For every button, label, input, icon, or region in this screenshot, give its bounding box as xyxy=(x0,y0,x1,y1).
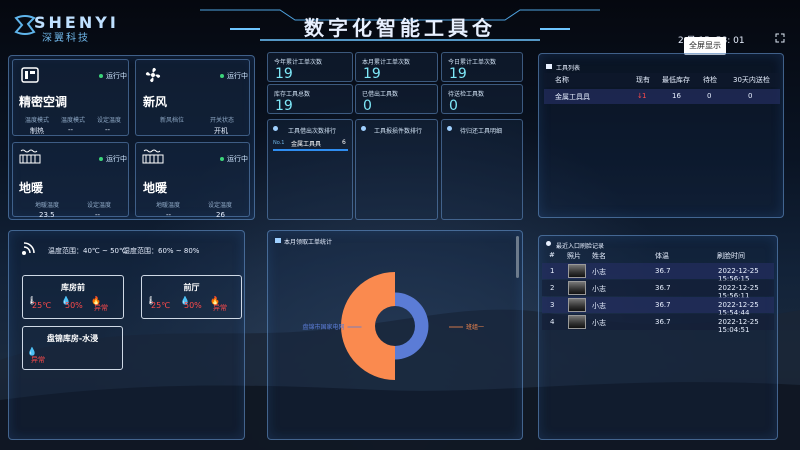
person-icon xyxy=(546,241,551,246)
return-detail-panel: 待归还工具明细 xyxy=(441,119,523,220)
floor-heating-icon xyxy=(142,149,164,164)
ranking-count: 6 xyxy=(342,139,346,146)
tool-list-title: 工具列表 xyxy=(556,65,581,72)
floor-heating-icon xyxy=(19,149,41,164)
room-card-lobby[interactable]: 前厅 🌡 25℃ 💧 50% 🔥 异常 xyxy=(141,275,242,319)
device-name: 地暖 xyxy=(143,181,168,195)
temperature-range: 温度范围：40℃ ~ 50℃ xyxy=(48,247,127,255)
tool-list-header-row: 名称 现有 最低库存 待检 30天内送检 xyxy=(544,73,780,87)
room-alarm: 异常 xyxy=(31,356,45,364)
device-name: 新风 xyxy=(143,95,168,109)
ranking-icon xyxy=(361,126,366,131)
chart-title: 本月领取工单统计 xyxy=(284,239,333,246)
chart-title-icon xyxy=(275,238,281,243)
donut-slice[interactable] xyxy=(395,292,429,360)
ranking-progress-fill xyxy=(273,149,348,151)
device-card-air-conditioner[interactable]: 运行中 精密空调 温度模式 温度模式 设定温度 制热 -- -- xyxy=(12,59,129,136)
room-name: 前厅 xyxy=(183,283,200,292)
wireless-signal-icon xyxy=(22,242,35,255)
room-alarm: 异常 xyxy=(94,304,108,312)
entry-log-header-row: # 照片 姓名 体温 刷脸时间 xyxy=(549,251,745,260)
table-row[interactable]: 3 小志 36.7 2022-12-25 15:54:44 xyxy=(542,297,774,317)
stat-card-stock-total: 库存工具总数 19 xyxy=(267,84,353,114)
device-name: 地暖 xyxy=(19,181,44,195)
donut-slice[interactable] xyxy=(341,272,395,380)
table-row[interactable]: 4 小志 36.7 2022-12-25 15:04:51 xyxy=(542,314,774,334)
ranking-tool-name: 金属工具具 xyxy=(291,141,322,148)
device-status: 运行中 xyxy=(220,71,248,81)
humidity-range: 湿度范围：60% ~ 80% xyxy=(123,247,200,255)
ranking-icon xyxy=(447,126,452,131)
damage-ranking-panel: 工具报损件数排行 xyxy=(355,119,438,220)
ranking-row[interactable]: No.1 金属工具具 6 xyxy=(272,138,350,152)
room-temperature: 25℃ xyxy=(32,301,52,310)
borrow-ranking-panel: 工具借出次数排行 No.1 金属工具具 6 xyxy=(267,119,353,220)
face-photo[interactable] xyxy=(568,281,586,295)
face-photo[interactable] xyxy=(568,315,586,329)
room-humidity: 50% xyxy=(65,301,83,310)
donut-label: 盘锦市国家电网 xyxy=(303,323,345,331)
face-photo[interactable] xyxy=(568,298,586,312)
device-card-floor-heating-1[interactable]: 运行中 地暖 地暖温度 设定温度 23.5 -- xyxy=(12,142,129,219)
device-name: 精密空调 xyxy=(19,95,68,109)
room-card-water-leak[interactable]: 盘锦库房-水浸 💧 异常 xyxy=(22,326,123,370)
device-card-floor-heating-2[interactable]: 运行中 地暖 地暖温度 设定温度 -- 26 xyxy=(135,142,250,219)
room-name: 盘锦库房-水浸 xyxy=(46,334,99,343)
room-alarm: 异常 xyxy=(213,304,227,312)
table-row[interactable]: 1 小志 36.7 2022-12-25 15:56:15 xyxy=(542,263,774,283)
stat-card-year-orders: 今年累计工单次数 19 xyxy=(267,52,353,82)
table-row[interactable]: 2 小志 36.7 2022-12-25 15:56:11 xyxy=(542,280,774,300)
device-card-fresh-air[interactable]: 运行中 新风 新风档位 开关状态 开机 xyxy=(135,59,250,136)
room-humidity: 50% xyxy=(184,301,202,310)
work-order-donut-chart: 盘锦市国家电网 班组一 xyxy=(303,272,484,380)
room-temperature: 25℃ xyxy=(151,301,171,310)
face-photo[interactable] xyxy=(568,264,586,278)
stat-card-borrowed: 已借出工具数 0 xyxy=(355,84,438,114)
ranking-progress-track xyxy=(273,149,348,151)
donut-label: 班组一 xyxy=(466,323,484,331)
device-status: 运行中 xyxy=(220,154,248,164)
stat-card-today-orders: 今日累计工单次数 19 xyxy=(441,52,523,82)
room-name: 库房前 xyxy=(61,283,85,292)
room-card-warehouse-front[interactable]: 库房前 🌡 25℃ 💧 50% 🔥 异常 xyxy=(22,275,124,319)
list-icon xyxy=(546,64,552,69)
device-status: 运行中 xyxy=(99,71,127,81)
ranking-icon xyxy=(273,126,278,131)
fan-icon xyxy=(145,67,161,83)
stat-card-month-orders: 本月累计工单次数 19 xyxy=(355,52,438,82)
device-status: 运行中 xyxy=(99,154,127,164)
fullscreen-icon[interactable] xyxy=(775,33,785,43)
table-row[interactable]: 金属工具具 ↓ 1 16 0 0 xyxy=(544,89,780,104)
entry-log-title: 最近入口刷脸记录 xyxy=(556,243,605,250)
chart-scrollbar[interactable] xyxy=(516,236,519,278)
air-conditioner-icon xyxy=(21,67,39,83)
stat-card-pending-inspection: 待送检工具数 0 xyxy=(441,84,523,114)
header-bar: SHENYI 深翼科技 数字化智能工具仓 2 日 15: 58: 01 全屏显示 xyxy=(0,0,800,55)
ranking-no: No.1 xyxy=(273,140,285,146)
